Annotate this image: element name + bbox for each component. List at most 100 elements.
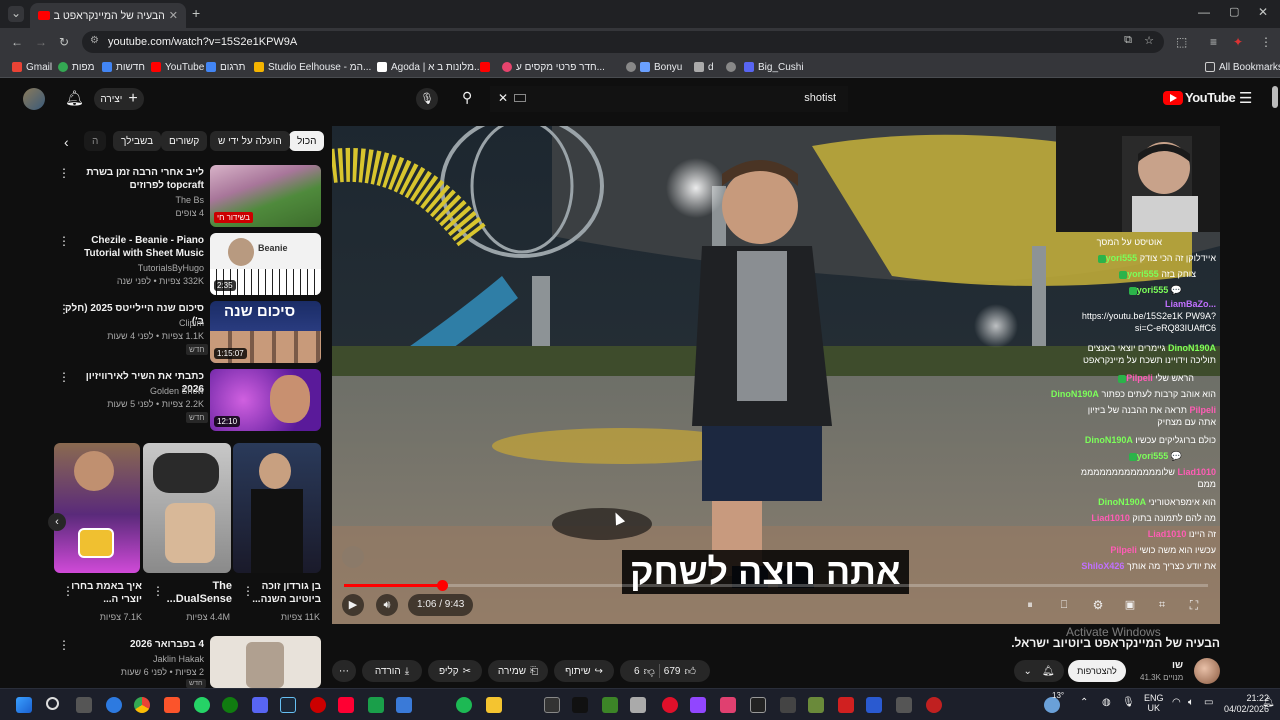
voice-search-icon[interactable]: 🎙︎ [416,88,438,110]
video-thumbnail[interactable]: Beanie 2:35 [210,233,321,295]
app-icon[interactable] [808,697,824,713]
video-player[interactable]: אוטיסט על המסך איידלוקן זה הכי צודק yori… [332,126,1220,624]
video-thumbnail[interactable]: 12:10 [210,369,321,431]
short-title[interactable]: The DualSense... [160,580,232,606]
short-thumbnail[interactable] [143,443,231,573]
store-icon[interactable] [396,697,412,713]
play-button[interactable]: ▶ [342,594,364,616]
start-icon[interactable] [16,697,32,713]
subtitles-icon[interactable]: ⎕ [1054,595,1074,615]
bookmark-big-cushi[interactable]: Big_Cushi [726,60,804,74]
cast-icon[interactable]: ⌗ [1152,595,1172,615]
channel-name[interactable]: Jaklin Hakak [153,654,204,664]
xbox-icon[interactable] [222,697,238,713]
channel-avatar[interactable] [1194,658,1220,684]
subscribed-button[interactable]: ⌄ 🔔︎ [1014,660,1064,682]
share-button[interactable]: שיתוף ↪ [554,660,614,682]
app-icon[interactable] [838,697,854,713]
brave-icon[interactable] [164,697,180,713]
tray-app-icon[interactable]: ◍ [1102,697,1111,708]
short-thumbnail[interactable] [233,443,321,573]
heart-app-icon[interactable] [662,697,678,713]
reading-list-icon[interactable]: ≡ [1210,35,1217,49]
bookmark-news[interactable]: חדשות [102,60,145,74]
minecraft-icon[interactable] [602,697,618,713]
hamburger-menu-icon[interactable]: ☰ [1239,89,1252,107]
channel-name[interactable]: Golden Show [150,386,204,396]
all-bookmarks[interactable]: All Bookmarks [1205,60,1280,74]
minimize-icon[interactable]: — [1198,5,1210,19]
channel-name[interactable]: Clipim [179,318,204,328]
wifi-icon[interactable]: ◠ [1172,697,1181,708]
progress-scrubber[interactable] [436,580,448,591]
spotify-icon[interactable] [456,697,472,713]
bookmark-gmail[interactable]: Gmail [12,60,52,74]
search-icon[interactable]: ⚲ [462,89,472,106]
maximize-icon[interactable]: ▢ [1229,5,1239,19]
chip-related[interactable]: קשורים [161,131,208,151]
video-thumbnail[interactable] [210,636,321,688]
epic-games-icon[interactable] [750,697,766,713]
menu-dots-icon[interactable]: ⋮ [1260,35,1272,49]
join-button[interactable]: להצטרפות [1068,660,1126,682]
more-options-icon[interactable]: ⋮ [58,234,70,248]
app-icon[interactable] [630,697,646,713]
app-icon[interactable] [544,697,560,713]
more-actions-button[interactable]: ⋯ [332,660,356,682]
tray-chevron-icon[interactable]: ⌃ [1080,697,1088,708]
mic-icon[interactable]: 🎙︎ [1122,697,1135,708]
notification-icon[interactable]: 🔔︎ [1262,697,1275,708]
short-thumbnail[interactable] [54,443,140,573]
new-tab-icon[interactable]: + [192,6,200,20]
bookmark-d[interactable]: d [694,60,714,74]
keyboard-icon[interactable] [514,94,526,102]
channel-name[interactable]: TutorialsByHugo [138,263,204,273]
bookmark-room[interactable]: חדר פרטי מקסים ע... [480,60,605,74]
forward-icon[interactable]: → [35,35,47,49]
youtube-logo-icon[interactable] [1163,91,1183,105]
more-options-icon[interactable]: ⋮ [58,302,70,316]
bookmark-star-icon[interactable]: ☆ [1144,34,1154,47]
whatsapp-icon[interactable] [194,697,210,713]
search-icon[interactable] [46,697,59,710]
youtube-app-icon[interactable] [338,697,354,713]
save-button[interactable]: שמירה ⎗ [488,660,548,682]
browser-tab-active[interactable]: ✕ הבעיה של המיינקראפט ביוטיוב [30,3,186,28]
speaker-icon[interactable]: 🔈︎ [1188,697,1194,708]
chrome-icon[interactable] [134,697,150,713]
more-options-icon[interactable]: ⋮ [152,584,164,598]
page-scrollbar[interactable] [1272,86,1278,108]
miniplayer-icon[interactable]: ▣ [1120,595,1140,615]
autoplay-toggle-icon[interactable]: ⏸ [1020,595,1040,615]
chip-for-you[interactable]: בשבילך [113,131,162,151]
settings-gear-icon[interactable]: ⚙ [1088,595,1108,615]
short-title[interactable]: בן גורדון זוכה ביוטיוב השנה... [249,580,321,606]
notifications-bell-icon[interactable]: 🔔︎ [65,89,84,107]
bookmark-bonyu[interactable]: Bonyu [626,60,682,74]
fullscreen-icon[interactable]: ⛶ [1184,595,1204,615]
bookmark-translate[interactable]: תרגום [206,60,245,74]
shorts-left-arrow-icon[interactable]: ‹ [48,513,66,531]
chip-all[interactable]: הכול [289,131,325,151]
clear-search-icon[interactable]: ✕ [498,91,508,105]
volume-icon[interactable]: 🔊︎ [376,594,398,616]
site-info-icon[interactable]: ⚙ [90,35,99,46]
more-options-icon[interactable]: ⋮ [58,370,70,384]
app-icon[interactable] [866,697,882,713]
more-options-icon[interactable]: ⋮ [62,584,74,598]
file-explorer-icon[interactable] [486,697,502,713]
app-icon[interactable] [896,697,912,713]
video-title[interactable]: לייב אחרי הרבה זמן בשרת topcraft לפרוזים [64,166,204,192]
app-icon[interactable] [926,697,942,713]
channel-name[interactable]: The Bs [175,195,204,205]
app-icon[interactable] [780,697,796,713]
app-icon[interactable] [720,697,736,713]
channel-watermark[interactable] [342,546,364,568]
video-title[interactable]: Chezile - Beanie - Piano Tutorial with S… [64,234,204,260]
twitch-icon[interactable] [690,697,706,713]
steam-icon[interactable] [280,697,296,713]
battery-icon[interactable]: ▭ [1204,697,1213,708]
more-options-icon[interactable]: ⋮ [242,584,254,598]
language-indicator[interactable]: ENG UK [1144,693,1164,713]
avatar[interactable] [23,88,45,110]
